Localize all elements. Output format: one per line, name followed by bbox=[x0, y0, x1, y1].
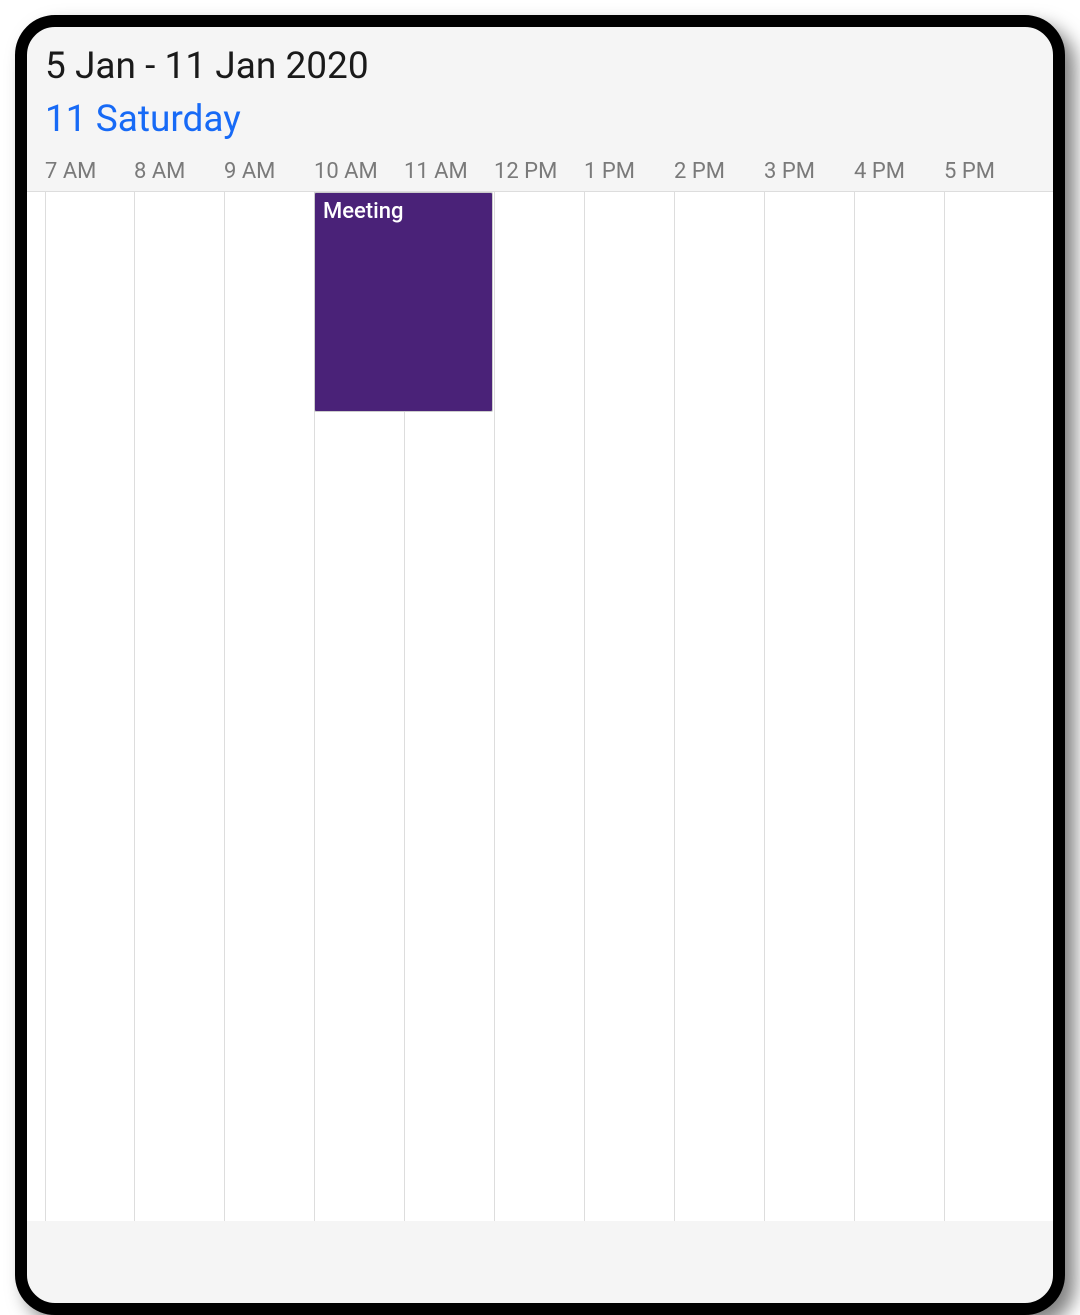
timeline-area[interactable]: Meeting bbox=[27, 191, 1053, 1221]
grid-line bbox=[944, 192, 945, 1221]
grid-line bbox=[674, 192, 675, 1221]
time-label: 12 PM bbox=[494, 159, 557, 184]
day-title: 11 Saturday bbox=[45, 98, 1035, 141]
grid-line bbox=[764, 192, 765, 1221]
calendar-frame: 5 Jan - 11 Jan 2020 11 Saturday 7 AM 8 AM… bbox=[15, 15, 1065, 1315]
time-label: 11 AM bbox=[404, 159, 468, 184]
time-ruler: 7 AM 8 AM 9 AM 10 AM 11 AM 12 PM 1 PM 2 PM 3 PM 4… bbox=[27, 151, 1053, 191]
grid-line bbox=[584, 192, 585, 1221]
grid-line bbox=[45, 192, 46, 1221]
time-label: 5 PM bbox=[944, 159, 995, 184]
time-label: 3 PM bbox=[764, 159, 815, 184]
time-label: 10 AM bbox=[314, 159, 378, 184]
time-label: 4 PM bbox=[854, 159, 905, 184]
time-label: 8 AM bbox=[134, 159, 185, 184]
grid-line bbox=[224, 192, 225, 1221]
date-range-header: 5 Jan - 11 Jan 2020 bbox=[27, 27, 1053, 98]
grid-line bbox=[494, 192, 495, 1221]
time-label: 9 AM bbox=[224, 159, 275, 184]
grid-line bbox=[134, 192, 135, 1221]
time-label: 7 AM bbox=[45, 159, 96, 184]
grid-line bbox=[854, 192, 855, 1221]
date-range-title: 5 Jan - 11 Jan 2020 bbox=[45, 45, 1035, 88]
time-label: 2 PM bbox=[674, 159, 725, 184]
calendar-content: 5 Jan - 11 Jan 2020 11 Saturday 7 AM 8 AM… bbox=[27, 27, 1053, 1303]
day-header[interactable]: 11 Saturday bbox=[27, 98, 1053, 151]
event-title: Meeting bbox=[323, 199, 403, 224]
time-label: 1 PM bbox=[584, 159, 635, 184]
calendar-event[interactable]: Meeting bbox=[314, 192, 493, 412]
